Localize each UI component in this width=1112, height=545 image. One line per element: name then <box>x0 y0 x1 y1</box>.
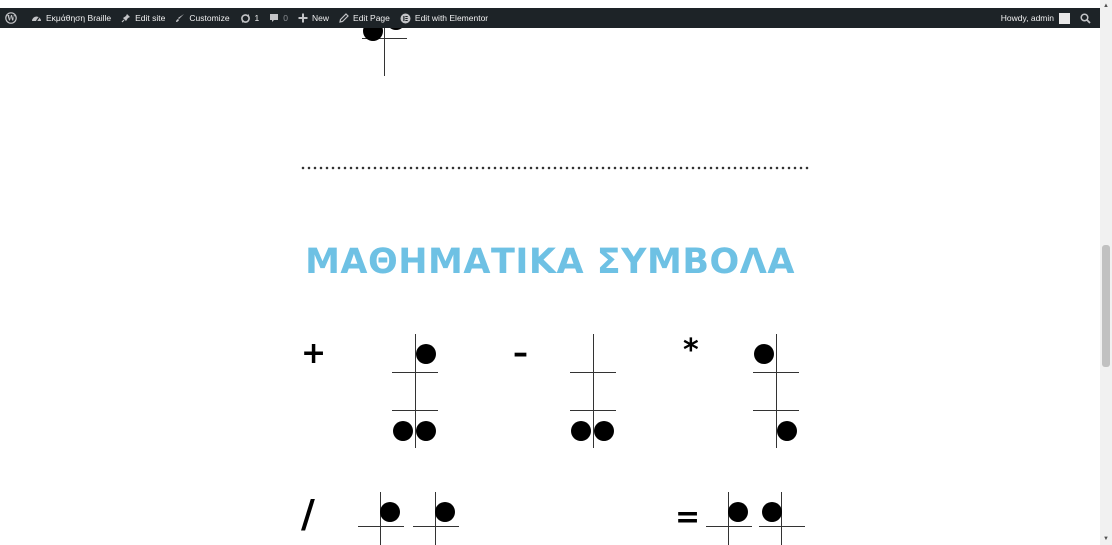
top-gap <box>0 0 1112 8</box>
avatar <box>1059 12 1070 24</box>
scrollbar-thumb[interactable] <box>1102 245 1110 367</box>
page-content: ΜΑΘΗΜΑΤΙΚΑ ΣΥΜΒΟΛΑ + – * / = <box>0 28 1100 545</box>
wordpress-icon: W <box>5 12 17 24</box>
braille-dot <box>393 421 413 441</box>
braille-cell-equals-1 <box>706 492 756 545</box>
braille-dot <box>728 502 748 522</box>
comments-link[interactable]: 0 <box>264 8 293 28</box>
braille-dot <box>435 502 455 522</box>
braille-cell-slash-1 <box>358 492 408 545</box>
new-label: New <box>312 13 330 23</box>
braille-cell-plus <box>392 334 442 449</box>
pin-icon <box>121 14 131 23</box>
edit-page-label: Edit Page <box>353 13 390 23</box>
edit-page-link[interactable]: Edit Page <box>334 8 395 28</box>
edit-elementor-link[interactable]: Edit with Elementor <box>395 8 493 28</box>
braille-dot <box>754 344 774 364</box>
braille-dot <box>380 502 400 522</box>
comment-icon <box>270 14 279 22</box>
braille-dot <box>762 502 782 522</box>
edit-elementor-label: Edit with Elementor <box>414 13 489 23</box>
svg-text:W: W <box>6 14 15 23</box>
braille-dot <box>416 344 436 364</box>
asterisk-symbol: * <box>683 333 699 368</box>
comments-count: 0 <box>283 13 289 23</box>
section-heading: ΜΑΘΗΜΑΤΙΚΑ ΣΥΜΒΟΛΑ <box>305 242 795 282</box>
site-name-link[interactable]: Εκμάθηση Braille <box>26 8 116 28</box>
plus-symbol: + <box>301 336 327 371</box>
braille-cell-asterisk <box>753 334 803 449</box>
scroll-up-arrow-icon[interactable]: ▲ <box>1100 0 1112 12</box>
customize-label: Customize <box>189 13 230 23</box>
howdy-label: Howdy, admin <box>1000 13 1054 23</box>
braille-dot <box>363 28 383 41</box>
elementor-icon <box>400 13 411 23</box>
braille-cell-top <box>362 28 412 80</box>
my-account-link[interactable]: Howdy, admin <box>996 8 1075 28</box>
minus-symbol: – <box>513 336 528 371</box>
updates-icon <box>240 13 250 23</box>
braille-cell-equals-2 <box>759 492 809 545</box>
scroll-down-arrow-icon[interactable]: ▼ <box>1100 533 1112 545</box>
dotted-divider <box>300 166 810 170</box>
braille-dot <box>571 421 591 441</box>
braille-cell-slash-2 <box>413 492 463 545</box>
braille-dot <box>777 421 797 441</box>
search-icon <box>1080 12 1091 24</box>
edit-site-link[interactable]: Edit site <box>116 8 170 28</box>
slash-symbol: / <box>301 492 315 536</box>
updates-count: 1 <box>254 13 260 23</box>
customize-link[interactable]: Customize <box>170 8 234 28</box>
wp-admin-bar: W Εκμάθηση Braille Edit site Customize 1… <box>0 8 1100 28</box>
updates-link[interactable]: 1 <box>235 8 265 28</box>
site-name-label: Εκμάθηση Braille <box>46 13 112 23</box>
edit-site-label: Edit site <box>135 13 166 23</box>
pencil-icon <box>339 13 349 23</box>
dashboard-icon <box>32 16 41 22</box>
wordpress-logo-button[interactable]: W <box>0 8 26 28</box>
search-button[interactable] <box>1075 8 1100 28</box>
brush-icon <box>176 14 185 22</box>
new-content-link[interactable]: New <box>293 8 334 28</box>
braille-dot <box>594 421 614 441</box>
braille-cell-minus <box>570 334 620 449</box>
plus-icon <box>298 13 308 23</box>
braille-dot <box>386 28 406 30</box>
equals-symbol: = <box>675 500 701 535</box>
vertical-scrollbar[interactable]: ▲ ▼ <box>1100 0 1112 545</box>
braille-dot <box>416 421 436 441</box>
